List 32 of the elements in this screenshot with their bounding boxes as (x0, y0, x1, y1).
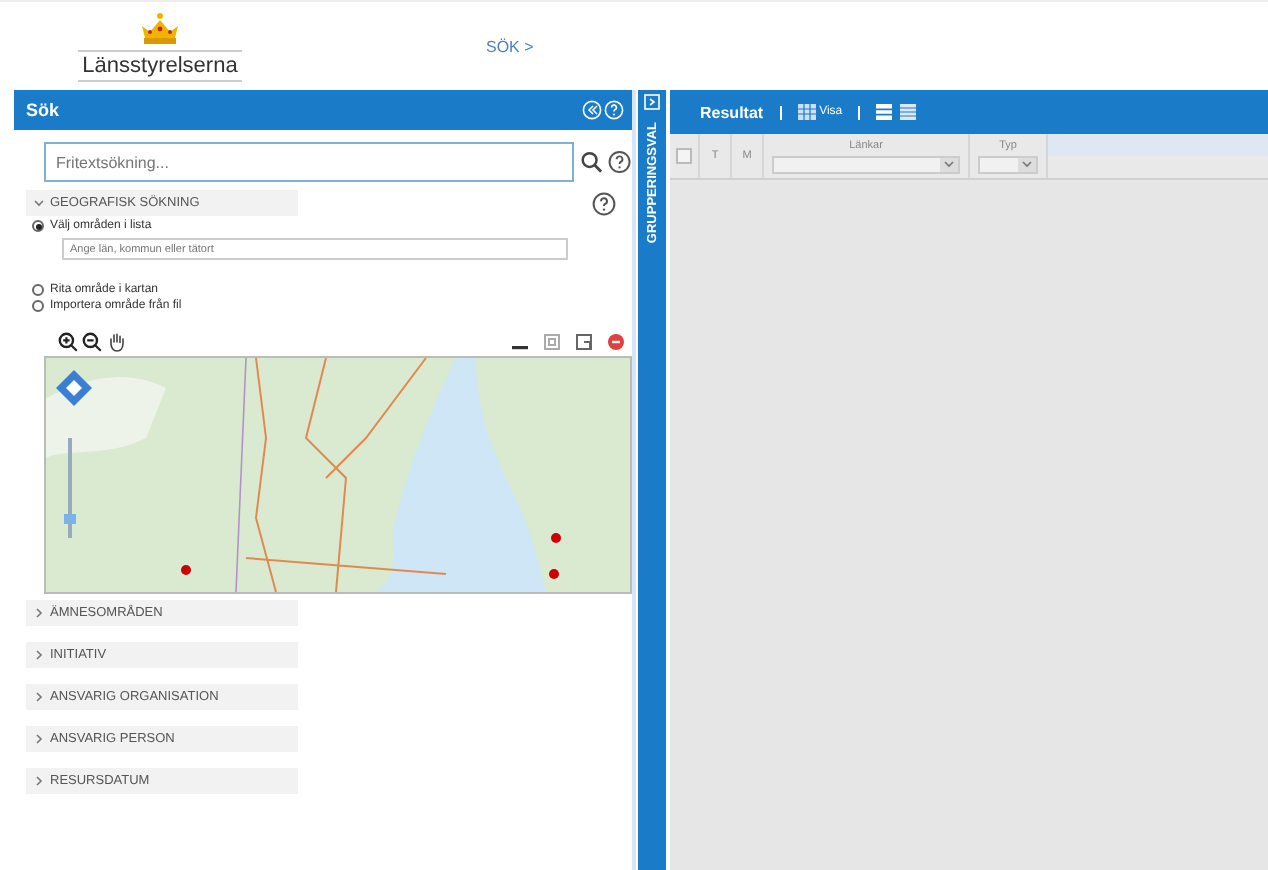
collapse-icon[interactable] (582, 100, 602, 120)
expand-icon[interactable] (644, 94, 660, 110)
results-title: Resultat (700, 103, 764, 121)
caret-icon[interactable] (1022, 160, 1032, 168)
list-view-icon[interactable] (876, 104, 893, 120)
search-nav-link[interactable]: SÖK > (486, 37, 534, 55)
help-icon[interactable] (608, 150, 633, 174)
radio-button[interactable] (32, 300, 44, 312)
window-icon[interactable] (544, 334, 560, 350)
chevron-icon (34, 734, 44, 744)
pan-control-icon[interactable] (56, 370, 92, 406)
chevron-icon (34, 198, 44, 208)
zoom-out-icon[interactable] (82, 332, 102, 352)
chevron-icon (34, 608, 44, 618)
panel-title: Sök (26, 100, 60, 120)
select-all-checkbox[interactable] (676, 148, 692, 164)
chevron-icon (34, 692, 44, 702)
caret-icon[interactable] (944, 160, 954, 168)
search-field[interactable]: Fritextsökning... (44, 142, 574, 182)
zoom-in-icon[interactable] (58, 332, 78, 352)
maximize-icon[interactable] (576, 334, 592, 350)
help-icon[interactable] (592, 191, 616, 215)
radio-button[interactable] (32, 220, 44, 232)
crown-icon (138, 11, 182, 45)
logo-text: Länsstyrelserna (78, 49, 242, 81)
radio-button[interactable] (32, 284, 44, 296)
chevron-icon (34, 776, 44, 786)
chevron-icon (34, 650, 44, 660)
close-icon[interactable] (608, 334, 624, 350)
compact-view-icon[interactable] (900, 104, 917, 120)
hand-icon[interactable] (106, 332, 126, 352)
search-icon[interactable] (579, 150, 603, 174)
